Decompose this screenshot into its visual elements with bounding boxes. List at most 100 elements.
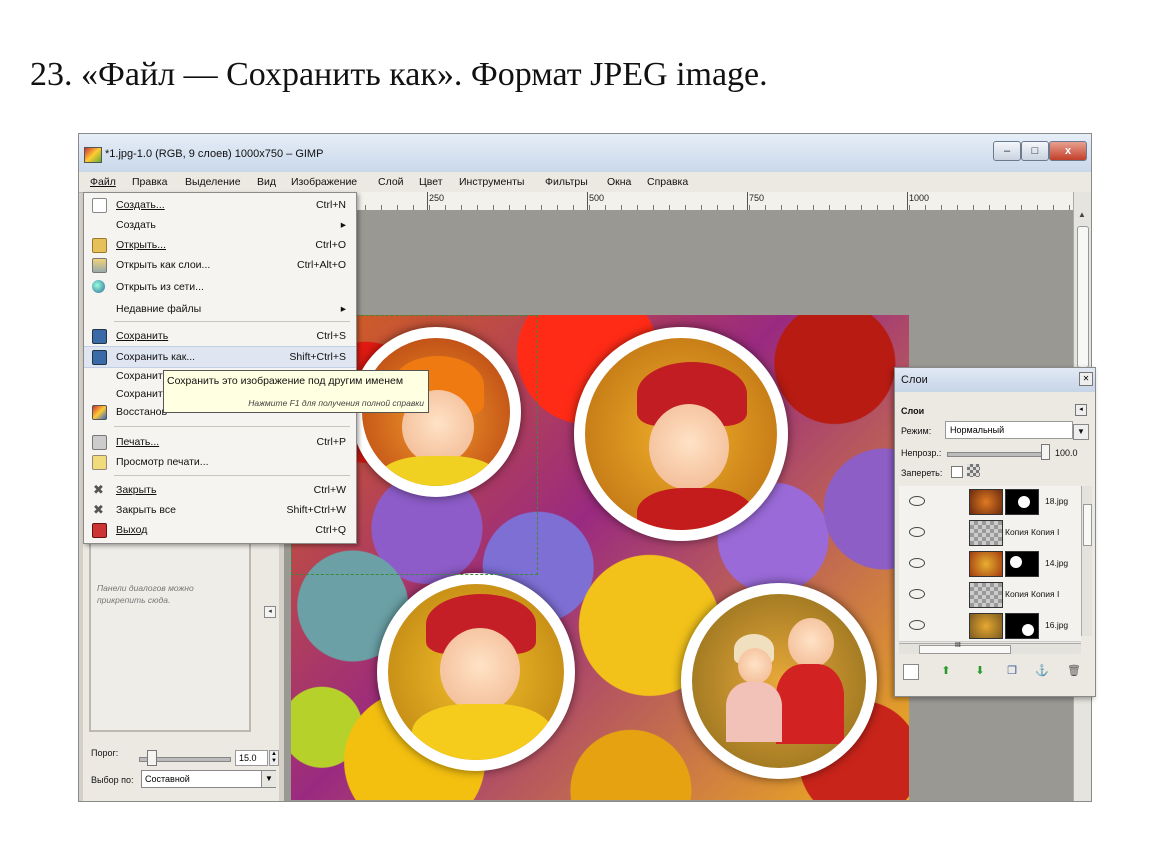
menu-item-label: Открыть как слои... [116, 259, 211, 271]
menu-item-save[interactable]: Сохранить Ctrl+S [84, 326, 356, 346]
menu-item-label: Выход [116, 524, 148, 536]
file-menu-dropdown: Создать... Ctrl+N Создать ▸ Открыть... C… [83, 192, 357, 544]
print-preview-icon [92, 455, 107, 470]
layers-horizontal-scrollbar[interactable]: III [899, 642, 1081, 654]
opacity-slider[interactable] [947, 452, 1049, 457]
photo-circle [377, 573, 575, 771]
layer-row[interactable]: 18.jpg [899, 486, 1081, 518]
menu-item-shortcut: Ctrl+N [315, 199, 346, 211]
eye-icon[interactable] [909, 496, 925, 506]
eye-icon[interactable] [909, 558, 925, 568]
submenu-arrow-icon: ▸ [340, 219, 346, 231]
maximize-button[interactable]: □ [1021, 141, 1049, 161]
menu-separator [114, 475, 350, 476]
menu-item-shortcut: Shift+Ctrl+S [289, 351, 346, 363]
raise-layer-icon[interactable]: ⬆ [939, 664, 953, 678]
eye-icon[interactable] [909, 527, 925, 537]
menu-item-close-all[interactable]: ✖ Закрыть все Shift+Ctrl+W [84, 500, 356, 520]
layer-row[interactable]: Копия Копия I [899, 517, 1081, 549]
layers-scrollbar[interactable] [1081, 486, 1092, 636]
menu-item-open[interactable]: Открыть... Ctrl+O [84, 235, 356, 255]
menu-item-print[interactable]: Печать... Ctrl+P [84, 432, 356, 452]
close-file-icon: ✖ [93, 482, 104, 497]
lock-alpha-icon[interactable] [967, 464, 980, 477]
menu-item-label: Сохранит [116, 370, 163, 382]
menu-filters[interactable]: Фильтры [545, 176, 588, 188]
eye-icon[interactable] [909, 589, 925, 599]
threshold-spin-icon[interactable]: ▲ ▼ [269, 750, 279, 766]
menu-layer[interactable]: Слой [378, 176, 404, 188]
duplicate-layer-icon[interactable]: ❐ [1005, 664, 1019, 678]
anchor-layer-icon[interactable]: ⚓ [1035, 664, 1049, 678]
threshold-slider-handle[interactable] [147, 750, 157, 766]
layer-row[interactable]: Копия Копия I [899, 579, 1081, 611]
layers-open-icon [92, 258, 107, 273]
dock-hint-line: Панели диалогов можно [97, 583, 194, 593]
menu-item-close[interactable]: ✖ Закрыть Ctrl+W [84, 480, 356, 500]
scroll-up-icon[interactable]: ▲ [1078, 210, 1086, 219]
scroll-thumb[interactable] [1083, 504, 1092, 546]
scroll-thumb[interactable] [919, 645, 1011, 654]
menu-select[interactable]: Выделение [185, 176, 241, 188]
menu-file[interactable]: Файл [90, 176, 116, 188]
menu-tools[interactable]: Инструменты [459, 176, 524, 188]
eye-icon[interactable] [909, 620, 925, 630]
menu-bar: Файл Правка Выделение Вид Изображение Сл… [79, 172, 1091, 193]
select-by-dropdown[interactable]: Составной [141, 770, 276, 788]
menu-item-recent[interactable]: Недавние файлы ▸ [84, 299, 356, 319]
new-file-icon [92, 198, 107, 213]
menu-view[interactable]: Вид [257, 176, 276, 188]
ruler-tick-label: 1000 [909, 193, 930, 203]
tooltip-text: Сохранить это изображение под другим име… [167, 375, 404, 387]
menu-item-quit[interactable]: Выход Ctrl+Q [84, 520, 356, 540]
menu-item-label: Сохранит [116, 388, 163, 400]
menu-item-open-as-layers[interactable]: Открыть как слои... Ctrl+Alt+O [84, 255, 356, 275]
layer-name: 16.jpg [1045, 620, 1069, 630]
new-layer-icon[interactable] [903, 664, 919, 680]
dock-tab-menu-icon[interactable]: ◂ [264, 606, 276, 618]
opacity-value[interactable]: 100.0 [1055, 448, 1078, 458]
menu-item-label: Открыть из сети... [116, 281, 204, 293]
menu-item-shortcut: Ctrl+Q [315, 524, 346, 536]
menu-item-label: Восстанов [116, 406, 168, 418]
menu-item-save-as[interactable]: Сохранить как... Shift+Ctrl+S [84, 346, 356, 368]
lower-layer-icon[interactable]: ⬇ [973, 664, 987, 678]
menu-item-label: Сохранить как... [116, 351, 196, 363]
menu-item-create[interactable]: Создать... Ctrl+N [84, 195, 356, 215]
layer-row[interactable]: 16.jpg [899, 610, 1081, 642]
ruler-tick-label: 500 [589, 193, 605, 203]
menu-windows[interactable]: Окна [607, 176, 631, 188]
menu-color[interactable]: Цвет [419, 176, 443, 188]
slide-caption: 23. «Файл — Сохранить как». Формат JPEG … [30, 56, 768, 93]
layers-title-bar: Слои ✕ [895, 368, 1095, 392]
tooltip-hint: Нажмите F1 для получения полной справки [248, 398, 424, 408]
minimize-button[interactable]: – [993, 141, 1021, 161]
delete-layer-icon[interactable]: 🗑 [1067, 664, 1081, 678]
save-icon [92, 329, 107, 344]
chevron-down-icon[interactable]: ▼ [261, 771, 276, 787]
menu-item-open-location[interactable]: Открыть из сети... [84, 277, 356, 297]
menu-help[interactable]: Справка [647, 176, 688, 188]
opacity-slider-handle[interactable] [1041, 444, 1050, 460]
title-bar: *1.jpg-1.0 (RGB, 9 слоев) 1000x750 – GIM… [79, 134, 1091, 172]
layer-row[interactable]: 14.jpg [899, 548, 1081, 580]
scroll-thumb[interactable] [1077, 226, 1089, 368]
mode-dropdown[interactable]: Нормальный [945, 421, 1073, 439]
chevron-down-icon[interactable]: ▼ [1073, 424, 1089, 440]
menu-item-label: Просмотр печати... [116, 456, 209, 468]
threshold-value-field[interactable]: 15.0 [235, 750, 268, 766]
menu-item-label: Открыть... [116, 239, 166, 251]
menu-edit[interactable]: Правка [132, 176, 167, 188]
layer-mask-thumbnail [1005, 489, 1039, 515]
menu-item-create-submenu[interactable]: Создать ▸ [84, 215, 356, 235]
layer-thumbnail [969, 613, 1003, 639]
menu-item-print-preview[interactable]: Просмотр печати... [84, 452, 356, 472]
panel-menu-icon[interactable]: ◂ [1075, 404, 1087, 416]
menu-image[interactable]: Изображение [291, 176, 357, 188]
close-all-icon: ✖ [93, 502, 104, 517]
close-icon[interactable]: ✕ [1079, 372, 1093, 386]
lock-pixels-checkbox[interactable] [951, 466, 963, 478]
opacity-label: Непрозр.: [901, 448, 942, 458]
close-button[interactable]: x [1049, 141, 1087, 161]
layer-name: Копия Копия I [1005, 527, 1060, 537]
